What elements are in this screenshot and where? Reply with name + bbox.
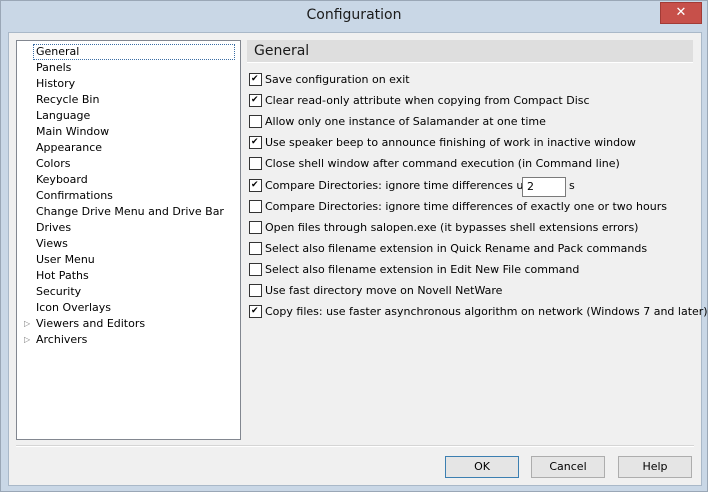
time-diff-unit: s — [569, 179, 575, 192]
checkbox[interactable] — [249, 178, 262, 192]
tree-item-main-window[interactable]: Main Window — [34, 124, 111, 140]
tree-item-user-menu[interactable]: User Menu — [34, 252, 97, 268]
category-tree[interactable]: General Panels History Recycle Bin Langu… — [16, 40, 241, 440]
option-label: Compare Directories: ignore time differe… — [265, 200, 667, 213]
option-compare-one-two-hours[interactable]: Compare Directories: ignore time differe… — [249, 199, 667, 215]
tree-item-icon-overlays[interactable]: Icon Overlays — [34, 300, 113, 316]
expand-arrow-icon[interactable]: ▷ — [24, 319, 32, 329]
tree-item-views[interactable]: Views — [34, 236, 70, 252]
close-button[interactable]: ✕ — [660, 2, 702, 24]
checkbox[interactable] — [249, 241, 262, 255]
option-ext-quick-rename[interactable]: Select also filename extension in Quick … — [249, 241, 647, 257]
option-label: Select also filename extension in Edit N… — [265, 263, 580, 276]
divider — [16, 445, 694, 447]
option-one-instance[interactable]: Allow only one instance of Salamander at… — [249, 114, 546, 130]
tree-item-hot-paths[interactable]: Hot Paths — [34, 268, 91, 284]
title-bar[interactable]: Configuration ✕ — [1, 1, 707, 31]
checkbox[interactable] — [249, 156, 262, 170]
checkbox[interactable] — [249, 135, 262, 149]
cancel-button[interactable]: Cancel — [531, 456, 605, 478]
option-label: Compare Directories: ignore time differe… — [265, 179, 545, 192]
tree-item-recycle-bin[interactable]: Recycle Bin — [34, 92, 101, 108]
tree-item-viewers-and-editors[interactable]: Viewers and Editors — [34, 316, 147, 332]
option-clear-readonly[interactable]: Clear read-only attribute when copying f… — [249, 93, 590, 109]
tree-item-archivers[interactable]: Archivers — [34, 332, 89, 348]
tree-item-history[interactable]: History — [34, 76, 77, 92]
option-label: Allow only one instance of Salamander at… — [265, 115, 546, 128]
option-label: Open files through salopen.exe (it bypas… — [265, 221, 639, 234]
option-ext-edit-new-file[interactable]: Select also filename extension in Edit N… — [249, 262, 579, 278]
option-label: Select also filename extension in Quick … — [265, 242, 648, 255]
tree-item-panels[interactable]: Panels — [34, 60, 73, 76]
option-novell-netware[interactable]: Use fast directory move on Novell NetWar… — [249, 283, 502, 299]
option-salopen[interactable]: Open files through salopen.exe (it bypas… — [249, 220, 638, 236]
option-label: Use fast directory move on Novell NetWar… — [265, 284, 503, 297]
option-label: Copy files: use faster asynchronous algo… — [265, 305, 708, 318]
tree-item-general[interactable]: General — [33, 44, 235, 60]
tree-item-appearance[interactable]: Appearance — [34, 140, 104, 156]
checkbox[interactable] — [249, 304, 262, 318]
option-label: Save configuration on exit — [265, 73, 410, 86]
tree-item-keyboard[interactable]: Keyboard — [34, 172, 90, 188]
option-async-copy[interactable]: Copy files: use faster asynchronous algo… — [249, 304, 708, 320]
panel-header: General — [247, 40, 693, 63]
option-speaker-beep[interactable]: Use speaker beep to announce finishing o… — [249, 135, 636, 151]
checkbox[interactable] — [249, 199, 262, 213]
checkbox[interactable] — [249, 220, 262, 234]
tree-item-language[interactable]: Language — [34, 108, 92, 124]
option-save-config[interactable]: Save configuration on exit — [249, 72, 410, 88]
checkbox[interactable] — [249, 262, 262, 276]
close-icon: ✕ — [675, 5, 687, 20]
checkbox[interactable] — [249, 93, 262, 107]
time-diff-input[interactable]: 2 — [522, 177, 566, 197]
configuration-dialog: Configuration ✕ General Panels History R… — [0, 0, 708, 492]
tree-item-drives[interactable]: Drives — [34, 220, 73, 236]
checkbox[interactable] — [249, 283, 262, 297]
panel-title: General — [254, 43, 310, 59]
checkbox[interactable] — [249, 114, 262, 128]
tree-item-colors[interactable]: Colors — [34, 156, 72, 172]
checkbox[interactable] — [249, 72, 262, 86]
tree-item-security[interactable]: Security — [34, 284, 83, 300]
option-compare-time-diff[interactable]: Compare Directories: ignore time differe… — [249, 178, 545, 194]
ok-button[interactable]: OK — [445, 456, 519, 478]
option-label: Use speaker beep to announce finishing o… — [265, 136, 636, 149]
expand-arrow-icon[interactable]: ▷ — [24, 335, 32, 345]
option-label: Clear read-only attribute when copying f… — [265, 94, 590, 107]
option-label: Close shell window after command executi… — [265, 157, 620, 170]
help-button[interactable]: Help — [618, 456, 692, 478]
window-title: Configuration — [306, 7, 402, 23]
option-close-shell[interactable]: Close shell window after command executi… — [249, 156, 620, 172]
dialog-body: General Panels History Recycle Bin Langu… — [8, 32, 708, 486]
tree-item-change-drive-menu[interactable]: Change Drive Menu and Drive Bar — [34, 204, 226, 220]
tree-item-confirmations[interactable]: Confirmations — [34, 188, 115, 204]
